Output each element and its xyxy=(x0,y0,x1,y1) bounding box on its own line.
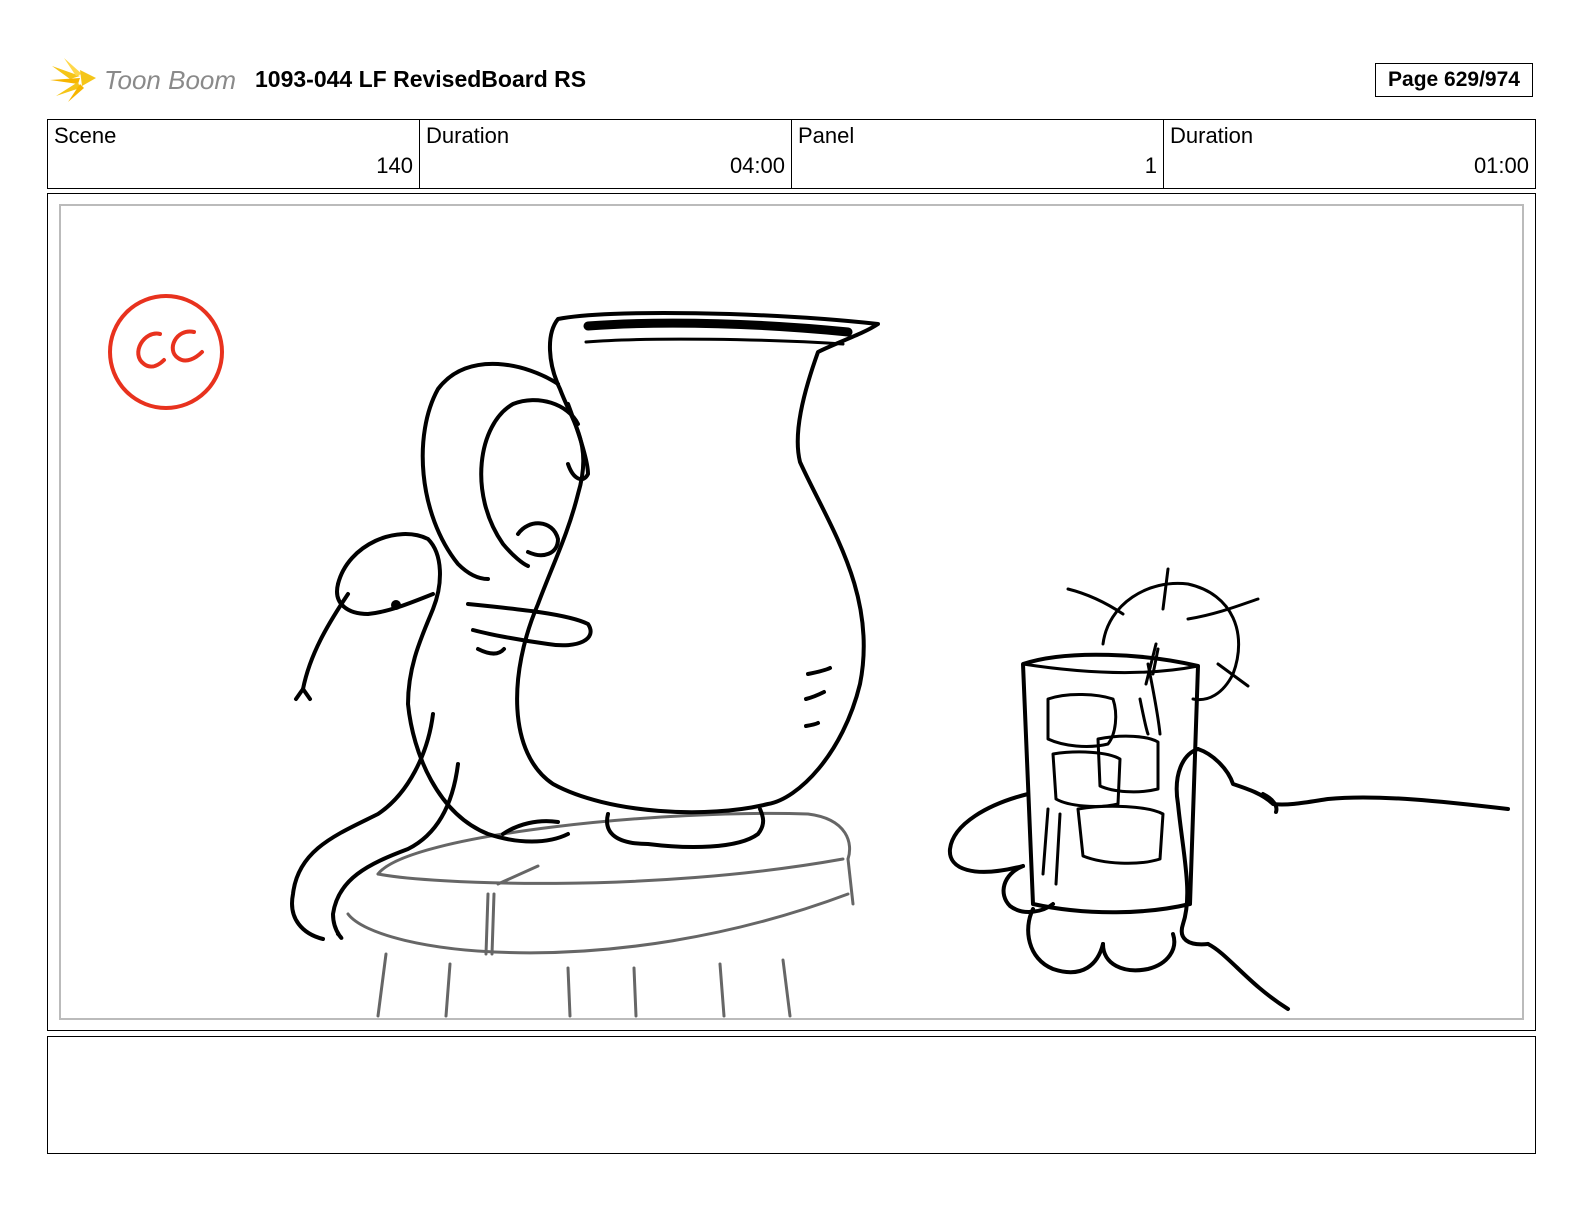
scene-duration-label: Duration xyxy=(426,123,510,148)
storyboard-panel xyxy=(47,193,1536,1031)
logo-text: Toon Boom xyxy=(104,65,236,95)
cc-stamp xyxy=(108,294,224,410)
panel-cell: Panel 1 xyxy=(792,120,1164,188)
panel-notes-box xyxy=(47,1036,1536,1154)
pitcher-drawing xyxy=(420,310,880,849)
logo-burst-icon xyxy=(50,58,96,102)
panel-duration-label: Duration xyxy=(1170,123,1254,148)
panel-drawing xyxy=(108,294,1510,1018)
panel-label: Panel xyxy=(798,123,855,148)
document-title: 1093-044 LF RevisedBoard RS xyxy=(255,66,587,92)
panel-value: 1 xyxy=(1144,153,1157,178)
storyboard-page: Toon Boom 1093-044 LF RevisedBoard RS Pa… xyxy=(0,0,1584,1224)
scene-cell: Scene 140 xyxy=(48,120,420,188)
page-indicator: Page 629/974 xyxy=(1375,63,1533,97)
scene-label: Scene xyxy=(54,123,117,148)
scene-value: 140 xyxy=(376,153,413,178)
panel-duration-cell: Duration 01:00 xyxy=(1164,120,1535,188)
scene-duration-value: 04:00 xyxy=(729,153,785,178)
glass-drawing xyxy=(1021,642,1200,915)
panel-duration-value: 01:00 xyxy=(1473,153,1529,178)
scene-info-table: Scene 140 Duration 04:00 Panel 1 Duratio… xyxy=(47,119,1536,189)
toon-boom-logo: Toon Boom xyxy=(50,56,240,104)
scene-duration-cell: Duration 04:00 xyxy=(420,120,792,188)
page-header: Toon Boom 1093-044 LF RevisedBoard RS Pa… xyxy=(50,56,1538,104)
stool-drawing xyxy=(346,811,855,1018)
lemon-drawing xyxy=(1066,567,1260,702)
